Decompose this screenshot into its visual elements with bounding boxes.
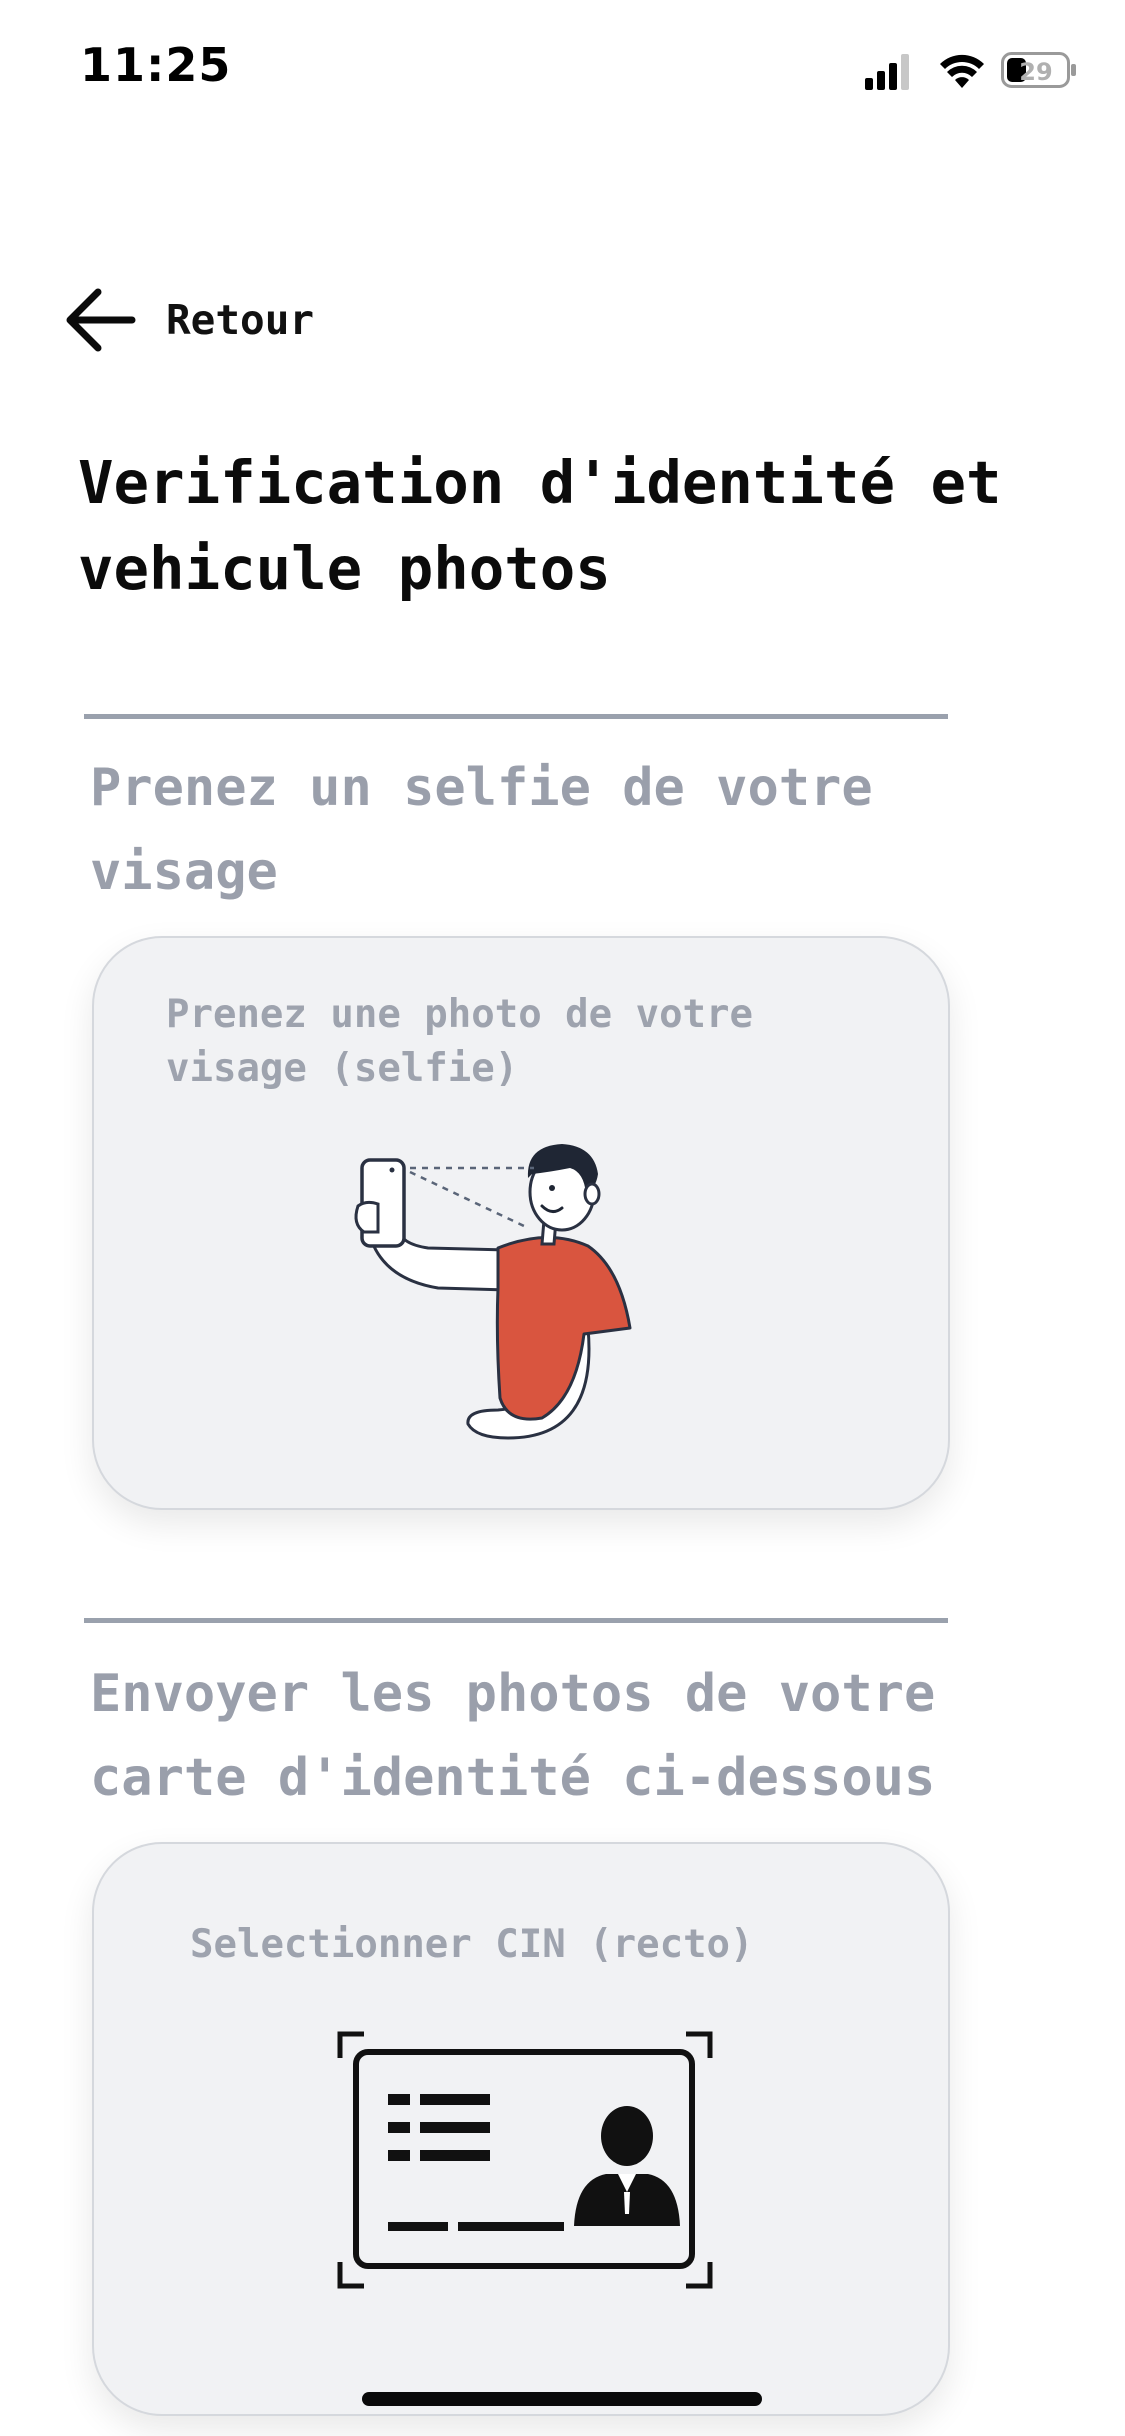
arrow-left-icon xyxy=(66,288,136,352)
id-card-icon xyxy=(337,2031,713,2289)
svg-text:29: 29 xyxy=(1019,58,1052,86)
page-title: Verification d'identité et vehicule phot… xyxy=(78,448,1002,603)
selfie-card-label: Prenez une photo de votre visage (selfie… xyxy=(166,992,753,1091)
status-bar: 11:25 29 xyxy=(0,0,1125,140)
selfie-section-title: Prenez un selfie de votre visage xyxy=(90,758,873,902)
id-card-upload-card[interactable]: Selectionner CIN (recto) xyxy=(92,1842,950,2416)
section-divider xyxy=(84,1618,948,1623)
back-button[interactable]: Retour xyxy=(62,282,314,358)
wifi-icon xyxy=(940,54,984,88)
id-card-card-label: Selectionner CIN (recto) xyxy=(190,1922,754,1967)
home-indicator xyxy=(362,2392,762,2406)
selfie-illustration xyxy=(354,1144,632,1440)
status-icons: 29 xyxy=(865,52,1076,90)
back-label: Retour xyxy=(166,296,315,344)
selfie-upload-card[interactable]: Prenez une photo de votre visage (selfie… xyxy=(92,936,950,1510)
section-divider xyxy=(84,714,948,719)
battery-icon: 29 xyxy=(1001,52,1076,88)
id-card-section-title: Envoyer les photos de votre carte d'iden… xyxy=(90,1664,936,1808)
cellular-signal-icon xyxy=(865,54,909,90)
status-time: 11:25 xyxy=(80,38,232,92)
